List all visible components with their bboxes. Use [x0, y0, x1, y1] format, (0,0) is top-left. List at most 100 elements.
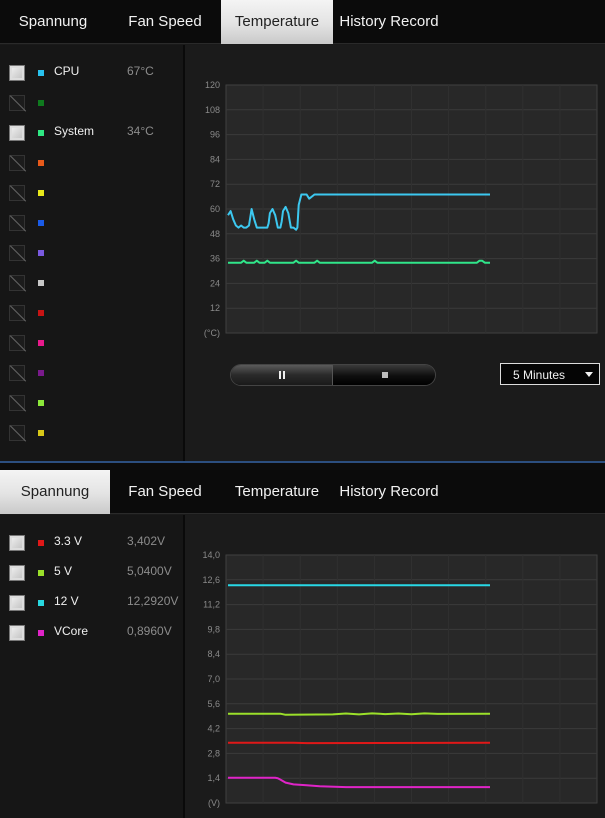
- tab-temperature[interactable]: Temperature: [221, 470, 333, 514]
- series-line-5-v: [228, 712, 491, 716]
- color-swatch: [38, 100, 44, 106]
- color-swatch: [38, 250, 44, 256]
- voltage-panel: Spannung Fan Speed Temperature History R…: [0, 470, 605, 818]
- voltage-chart: 14,0 12,6 11,2 9,8 8,4 7,0 5,6 4,2 2,8 1,4 (V): [202, 550, 598, 808]
- sensor-value: 12,2920V: [127, 594, 179, 608]
- color-swatch: [38, 340, 44, 346]
- sensor-checkbox[interactable]: [9, 275, 25, 291]
- time-range-select[interactable]: 5 Minutes: [500, 363, 600, 385]
- tab-bar: Spannung Fan Speed Temperature History R…: [0, 0, 605, 44]
- y-tick-label: 7,0: [207, 674, 220, 684]
- sensor-checkbox[interactable]: [9, 395, 25, 411]
- tab-history-record[interactable]: History Record: [336, 0, 442, 44]
- sensor-checkbox[interactable]: [9, 565, 25, 581]
- y-tick-label: 72: [210, 179, 220, 189]
- y-tick-label: 96: [210, 130, 220, 140]
- sensor-row: [0, 90, 182, 120]
- y-axis-unit: (°C): [204, 328, 220, 338]
- color-swatch: [38, 70, 44, 76]
- y-tick-label: 36: [210, 254, 220, 264]
- sensor-checkbox[interactable]: [9, 215, 25, 231]
- y-tick-label: 12,6: [202, 575, 220, 585]
- y-tick-label: 108: [205, 105, 220, 115]
- color-swatch: [38, 600, 44, 606]
- y-tick-label: 8,4: [207, 649, 220, 659]
- tab-spannung[interactable]: Spannung: [0, 470, 110, 514]
- sensor-name: 12 V: [54, 594, 79, 608]
- sensor-checkbox[interactable]: [9, 155, 25, 171]
- sensor-checkbox[interactable]: [9, 625, 25, 641]
- sensor-value: 67°C: [127, 64, 154, 78]
- sensor-checkbox[interactable]: [9, 95, 25, 111]
- y-tick-label: 9,8: [207, 624, 220, 634]
- color-swatch: [38, 160, 44, 166]
- sensor-checkbox[interactable]: [9, 425, 25, 441]
- tab-temperature[interactable]: Temperature: [221, 0, 333, 44]
- sensor-checkbox[interactable]: [9, 365, 25, 381]
- tab-spannung[interactable]: Spannung: [0, 0, 106, 44]
- sensor-row: [0, 330, 182, 360]
- y-axis-unit: (V): [208, 798, 220, 808]
- sensor-row: [0, 360, 182, 390]
- sensor-row: [0, 390, 182, 420]
- sensor-checkbox[interactable]: [9, 185, 25, 201]
- panel-separator: [0, 461, 605, 470]
- sensor-checkbox[interactable]: [9, 595, 25, 611]
- sensor-value: 34°C: [127, 124, 154, 138]
- sensor-name: 3.3 V: [54, 534, 83, 548]
- y-tick-label: 12: [210, 303, 220, 313]
- sensor-checkbox[interactable]: [9, 125, 25, 141]
- sensor-row: [0, 210, 182, 240]
- y-tick-label: 84: [210, 154, 220, 164]
- sensor-row: [0, 300, 182, 330]
- sensor-checkbox[interactable]: [9, 335, 25, 351]
- tab-fan-speed[interactable]: Fan Speed: [114, 0, 216, 44]
- tab-fan-speed[interactable]: Fan Speed: [114, 470, 216, 514]
- sensor-name: System: [54, 124, 95, 138]
- pause-button[interactable]: [231, 365, 333, 385]
- color-swatch: [38, 430, 44, 436]
- y-tick-label: 4,2: [207, 724, 220, 734]
- tab-bar: Spannung Fan Speed Temperature History R…: [0, 470, 605, 514]
- y-tick-label: 14,0: [202, 550, 220, 560]
- y-tick-label: 60: [210, 204, 220, 214]
- sensor-row: System 34°C: [0, 120, 182, 150]
- color-swatch: [38, 190, 44, 196]
- y-tick-label: 48: [210, 229, 220, 239]
- sensor-row: [0, 150, 182, 180]
- stop-button[interactable]: [333, 365, 435, 385]
- color-swatch: [38, 400, 44, 406]
- sensor-checkbox[interactable]: [9, 535, 25, 551]
- color-swatch: [38, 220, 44, 226]
- color-swatch: [38, 280, 44, 286]
- y-tick-label: 24: [210, 278, 220, 288]
- sensor-row: [0, 180, 182, 210]
- sensor-row: [0, 270, 182, 300]
- tab-history-record[interactable]: History Record: [336, 470, 442, 514]
- temperature-panel: Spannung Fan Speed Temperature History R…: [0, 0, 605, 461]
- color-swatch: [38, 570, 44, 576]
- sensor-checkbox[interactable]: [9, 305, 25, 321]
- sensor-row: 5 V 5,0400V: [0, 560, 182, 590]
- color-swatch: [38, 540, 44, 546]
- sensor-row: CPU 67°C: [0, 60, 182, 90]
- y-tick-label: 5,6: [207, 699, 220, 709]
- color-swatch: [38, 310, 44, 316]
- temperature-chart: 120 108 96 84 72 60 48 36 24 12 (°C): [204, 80, 598, 338]
- sensor-value: 5,0400V: [127, 564, 172, 578]
- sensor-name: 5 V: [54, 564, 73, 578]
- sensor-name: CPU: [54, 64, 80, 78]
- sensor-sidebar: CPU 67°C System 34°C: [0, 45, 183, 461]
- sensor-row: 3.3 V 3,402V: [0, 530, 182, 560]
- y-tick-label: 120: [205, 80, 220, 90]
- sensor-checkbox[interactable]: [9, 245, 25, 261]
- chevron-down-icon: [585, 372, 593, 377]
- time-range-value: 5 Minutes: [513, 368, 566, 382]
- y-tick-label: 2,8: [207, 748, 220, 758]
- y-tick-label: 1,4: [207, 773, 220, 783]
- sensor-sidebar: 3.3 V 3,402V 5 V 5,0400V 12 V 12,2920V VCore 0,…: [0, 515, 183, 818]
- sensor-row: VCore 0,8960V: [0, 620, 182, 650]
- sensor-value: 0,8960V: [127, 624, 172, 638]
- sensor-row: 12 V 12,2920V: [0, 590, 182, 620]
- sensor-checkbox[interactable]: [9, 65, 25, 81]
